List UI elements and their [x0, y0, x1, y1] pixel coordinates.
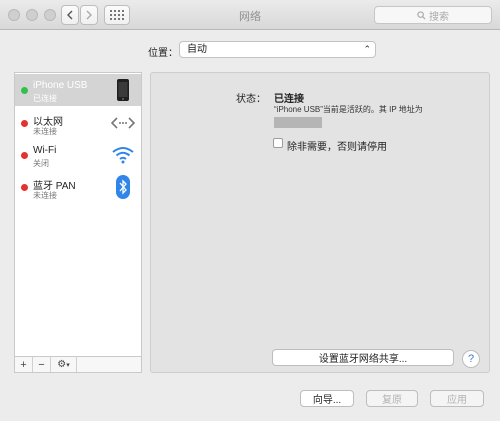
service-name: iPhone USB — [33, 80, 88, 91]
service-status: 未连接 — [33, 191, 57, 200]
search-placeholder: 搜索 — [429, 11, 449, 23]
apply-button[interactable]: 应用 — [430, 390, 484, 407]
disable-unless-needed-checkbox[interactable] — [273, 138, 283, 148]
status-description: “iPhone USB”当前是活跃的。其 IP 地址为 — [274, 105, 423, 114]
service-name: Wi-Fi — [33, 145, 57, 156]
gear-icon: ⚙ — [57, 359, 67, 370]
search-field[interactable]: 搜索 — [374, 6, 492, 24]
service-item-iphone-usb[interactable]: iPhone USB 已连接 — [15, 74, 141, 106]
ethernet-icon — [111, 111, 135, 135]
assistant-button[interactable]: 向导... — [300, 390, 354, 407]
checkbox-label: 除非需要，否则请停用 — [287, 142, 387, 153]
search-icon — [417, 10, 426, 20]
wifi-icon — [111, 143, 135, 167]
title-bar: 网络 搜索 — [0, 0, 500, 30]
status-dot — [21, 152, 28, 159]
service-status: 未连接 — [33, 127, 57, 136]
location-value: 自动 — [187, 44, 207, 55]
ip-address-redacted — [274, 117, 322, 128]
service-item-ethernet[interactable]: 以太网 未连接 — [15, 107, 141, 139]
status-label: 状态： — [236, 94, 266, 105]
status-dot — [21, 87, 28, 94]
bluetooth-sharing-button[interactable]: 设置蓝牙网络共享... — [272, 349, 454, 366]
service-list-toolbar: + − ⚙ ▾ — [14, 356, 142, 373]
service-status: 已连接 — [33, 94, 57, 103]
service-item-wifi[interactable]: Wi-Fi 关闭 — [15, 139, 141, 171]
status-value: 已连接 — [274, 94, 304, 105]
remove-service-button[interactable]: − — [33, 357, 51, 372]
status-dot — [21, 120, 28, 127]
iphone-icon — [111, 78, 135, 102]
service-status: 关闭 — [33, 159, 49, 168]
chevron-down-icon: ▾ — [66, 361, 70, 369]
location-label: 位置： — [148, 48, 178, 59]
bluetooth-icon — [111, 175, 135, 199]
status-dot — [21, 184, 28, 191]
add-service-button[interactable]: + — [15, 357, 33, 372]
revert-button[interactable]: 复原 — [366, 390, 418, 407]
service-item-bluetooth-pan[interactable]: 蓝牙 PAN 未连接 — [15, 171, 141, 203]
service-list: iPhone USB 已连接 以太网 未连接 Wi-Fi 关闭 蓝牙 PAN 未… — [14, 72, 142, 373]
help-button[interactable]: ? — [462, 350, 480, 368]
location-select[interactable]: 自动 ⌃ — [179, 41, 376, 58]
gear-menu-button[interactable]: ⚙ ▾ — [51, 357, 77, 372]
updown-arrows-icon: ⌃ — [363, 44, 371, 54]
